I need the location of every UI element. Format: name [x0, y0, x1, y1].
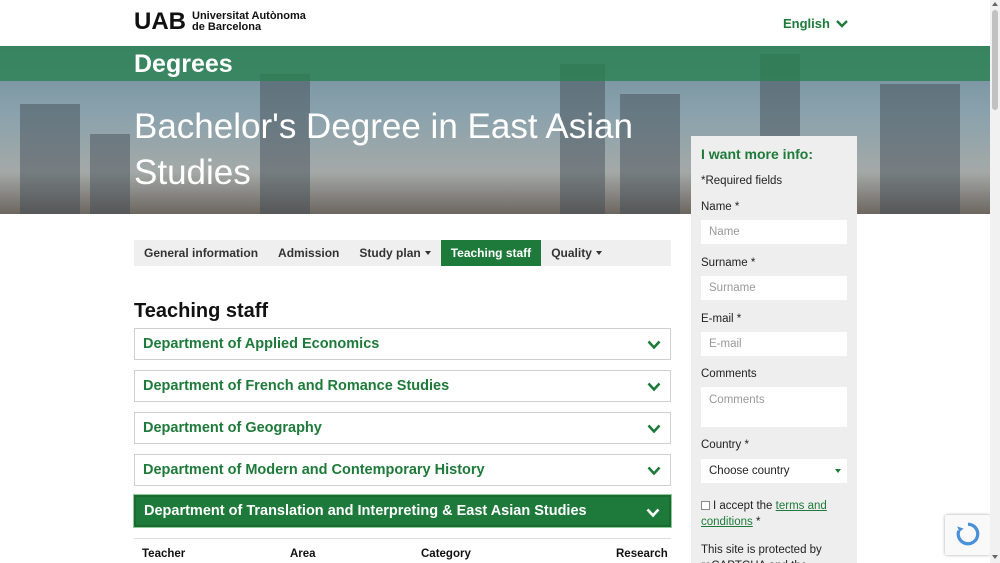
skyline-shape — [20, 104, 80, 214]
staff-table-header: Teacher Area Category Research — [134, 538, 671, 563]
terms-checkbox[interactable] — [701, 501, 710, 510]
accordion-label: Department of Geography — [143, 420, 322, 436]
tab-study-plan[interactable]: Study plan — [349, 240, 440, 266]
skyline-shape — [90, 134, 130, 214]
column-header-category: Category — [421, 548, 471, 560]
country-value: Choose country — [709, 465, 790, 477]
tab-quality[interactable]: Quality — [541, 240, 612, 266]
chevron-down-icon — [646, 508, 660, 518]
logo-mark: UAB — [134, 8, 186, 35]
email-placeholder: E-mail — [709, 338, 742, 350]
caret-down-icon — [835, 469, 841, 473]
accordion-label: Department of Modern and Contemporary Hi… — [143, 462, 485, 478]
skyline-shape — [880, 84, 960, 214]
accept-text: I accept the — [713, 500, 773, 512]
email-label: E-mail * — [701, 313, 742, 325]
accordion-french-romance-studies[interactable]: Department of French and Romance Studies — [134, 370, 671, 402]
tab-label: Study plan — [359, 246, 421, 260]
section-heading: Teaching staff — [134, 300, 269, 322]
accordion-applied-economics[interactable]: Department of Applied Economics — [134, 328, 671, 360]
form-title: I want more info: — [701, 146, 813, 162]
accordion-label: Department of Applied Economics — [143, 336, 380, 352]
caret-down-icon — [424, 251, 431, 255]
country-label: Country * — [701, 439, 749, 451]
accordion-label: Department of Translation and Interpreti… — [144, 503, 587, 519]
caret-down-icon — [595, 251, 602, 255]
tab-label: Teaching staff — [450, 246, 532, 260]
surname-placeholder: Surname — [709, 282, 756, 294]
chevron-down-icon — [647, 382, 661, 392]
info-request-form: I want more info: *Required fields Name … — [691, 136, 857, 563]
accordion-modern-contemporary-history[interactable]: Department of Modern and Contemporary Hi… — [134, 454, 671, 486]
column-header-teacher: Teacher — [142, 548, 186, 560]
column-header-research: Research — [616, 548, 668, 560]
surname-label: Surname * — [701, 257, 756, 269]
logo-line-2: de Barcelona — [192, 21, 262, 33]
scroll-up-icon[interactable] — [992, 2, 998, 6]
page-scrollbar[interactable] — [990, 0, 1000, 563]
terms-consent: I accept the terms and conditions * — [701, 498, 847, 530]
column-header-area: Area — [290, 548, 316, 560]
comments-label: Comments — [701, 368, 757, 380]
tab-general-information[interactable]: General information — [134, 240, 268, 266]
required-note: *Required fields — [701, 175, 783, 187]
name-placeholder: Name — [709, 226, 740, 238]
tab-admission[interactable]: Admission — [268, 240, 349, 266]
chevron-down-icon — [647, 466, 661, 476]
name-label: Name * — [701, 201, 740, 213]
page-title: Bachelor's Degree in East Asian Studies — [134, 107, 633, 192]
chevron-down-icon — [647, 340, 661, 350]
scrollbar-thumb[interactable] — [992, 10, 998, 110]
chevron-down-icon — [836, 19, 848, 28]
accordion-geography[interactable]: Department of Geography — [134, 412, 671, 444]
surname-field[interactable]: Surname — [701, 276, 847, 300]
recaptcha-notice: This site is protected by reCAPTCHA and … — [701, 544, 822, 563]
comments-placeholder: Comments — [709, 394, 765, 406]
recaptcha-badge[interactable] — [945, 515, 990, 555]
tab-label: General information — [144, 246, 259, 260]
uab-logo[interactable]: UAB Universitat Autònoma de Barcelona — [134, 8, 306, 35]
hero-section-label: Degrees — [134, 50, 233, 78]
chevron-down-icon — [647, 424, 661, 434]
country-select[interactable]: Choose country — [701, 459, 847, 483]
logo-text: Universitat Autònoma de Barcelona — [192, 11, 306, 33]
comments-field[interactable]: Comments — [701, 387, 847, 427]
tab-teaching-staff[interactable]: Teaching staff — [440, 240, 542, 266]
recaptcha-icon — [956, 522, 980, 546]
accordion-label: Department of French and Romance Studies — [143, 378, 450, 394]
top-header: UAB Universitat Autònoma de Barcelona En… — [0, 0, 990, 46]
email-field[interactable]: E-mail — [701, 332, 847, 356]
accordion-translation-interpreting[interactable]: Department of Translation and Interpreti… — [134, 495, 671, 527]
name-field[interactable]: Name — [701, 220, 847, 244]
language-label: English — [783, 16, 830, 31]
scroll-down-icon[interactable] — [992, 555, 998, 559]
section-tabs: General information Admission Study plan… — [134, 240, 671, 266]
tab-label: Admission — [278, 246, 340, 260]
required-asterisk: * — [756, 516, 761, 528]
tab-label: Quality — [551, 246, 592, 260]
language-selector[interactable]: English — [783, 16, 848, 31]
